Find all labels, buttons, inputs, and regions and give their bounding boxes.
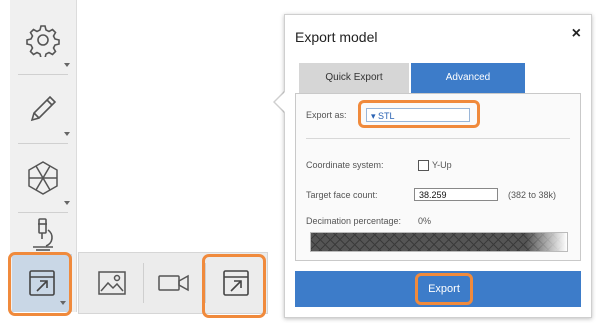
export-format-highlight <box>358 100 480 128</box>
video-camera-icon <box>157 272 191 294</box>
settings-tool[interactable] <box>10 6 76 74</box>
expand-corner-icon <box>64 63 70 67</box>
gear-icon <box>26 23 60 57</box>
settings-divider <box>306 138 570 139</box>
face-count-range: (382 to 38k) <box>508 190 557 200</box>
expand-corner-icon <box>64 132 70 136</box>
panel-pointer-inner <box>275 91 286 113</box>
coordinate-system-label: Coordinate system: <box>306 160 384 170</box>
model-export-highlight <box>202 254 266 318</box>
image-icon <box>97 270 127 296</box>
target-face-count-input[interactable]: 38.259 <box>414 188 498 201</box>
advanced-settings: Export as: ▾ STL Coordinate system: Y-Up… <box>295 93 581 261</box>
export-tabs: Quick Export Advanced <box>299 63 529 93</box>
export-model-panel: Export model × Quick Export Advanced Exp… <box>284 14 592 318</box>
export-as-label: Export as: <box>306 110 347 120</box>
y-up-checkbox[interactable] <box>418 160 429 171</box>
pencil-icon <box>26 92 60 126</box>
decimation-value: 0% <box>418 216 432 226</box>
y-up-label: Y-Up <box>432 160 452 170</box>
tab-quick-export[interactable]: Quick Export <box>299 63 409 93</box>
export-button-highlight <box>415 273 473 305</box>
image-export-button[interactable] <box>83 253 141 313</box>
video-export-button[interactable] <box>145 253 203 313</box>
target-face-count-label: Target face count: <box>306 190 378 200</box>
mesh-preview-fade <box>526 233 567 251</box>
subbar-divider <box>143 263 144 303</box>
tab-advanced[interactable]: Advanced <box>411 63 525 93</box>
decimation-label: Decimation percentage: <box>306 216 402 226</box>
close-icon[interactable]: × <box>572 25 581 43</box>
edit-tool[interactable] <box>10 75 76 143</box>
export-tool-highlight <box>8 252 72 316</box>
panel-title: Export model <box>295 29 378 45</box>
microscope-icon <box>28 216 58 252</box>
hexagon-mesh-icon <box>25 160 61 196</box>
